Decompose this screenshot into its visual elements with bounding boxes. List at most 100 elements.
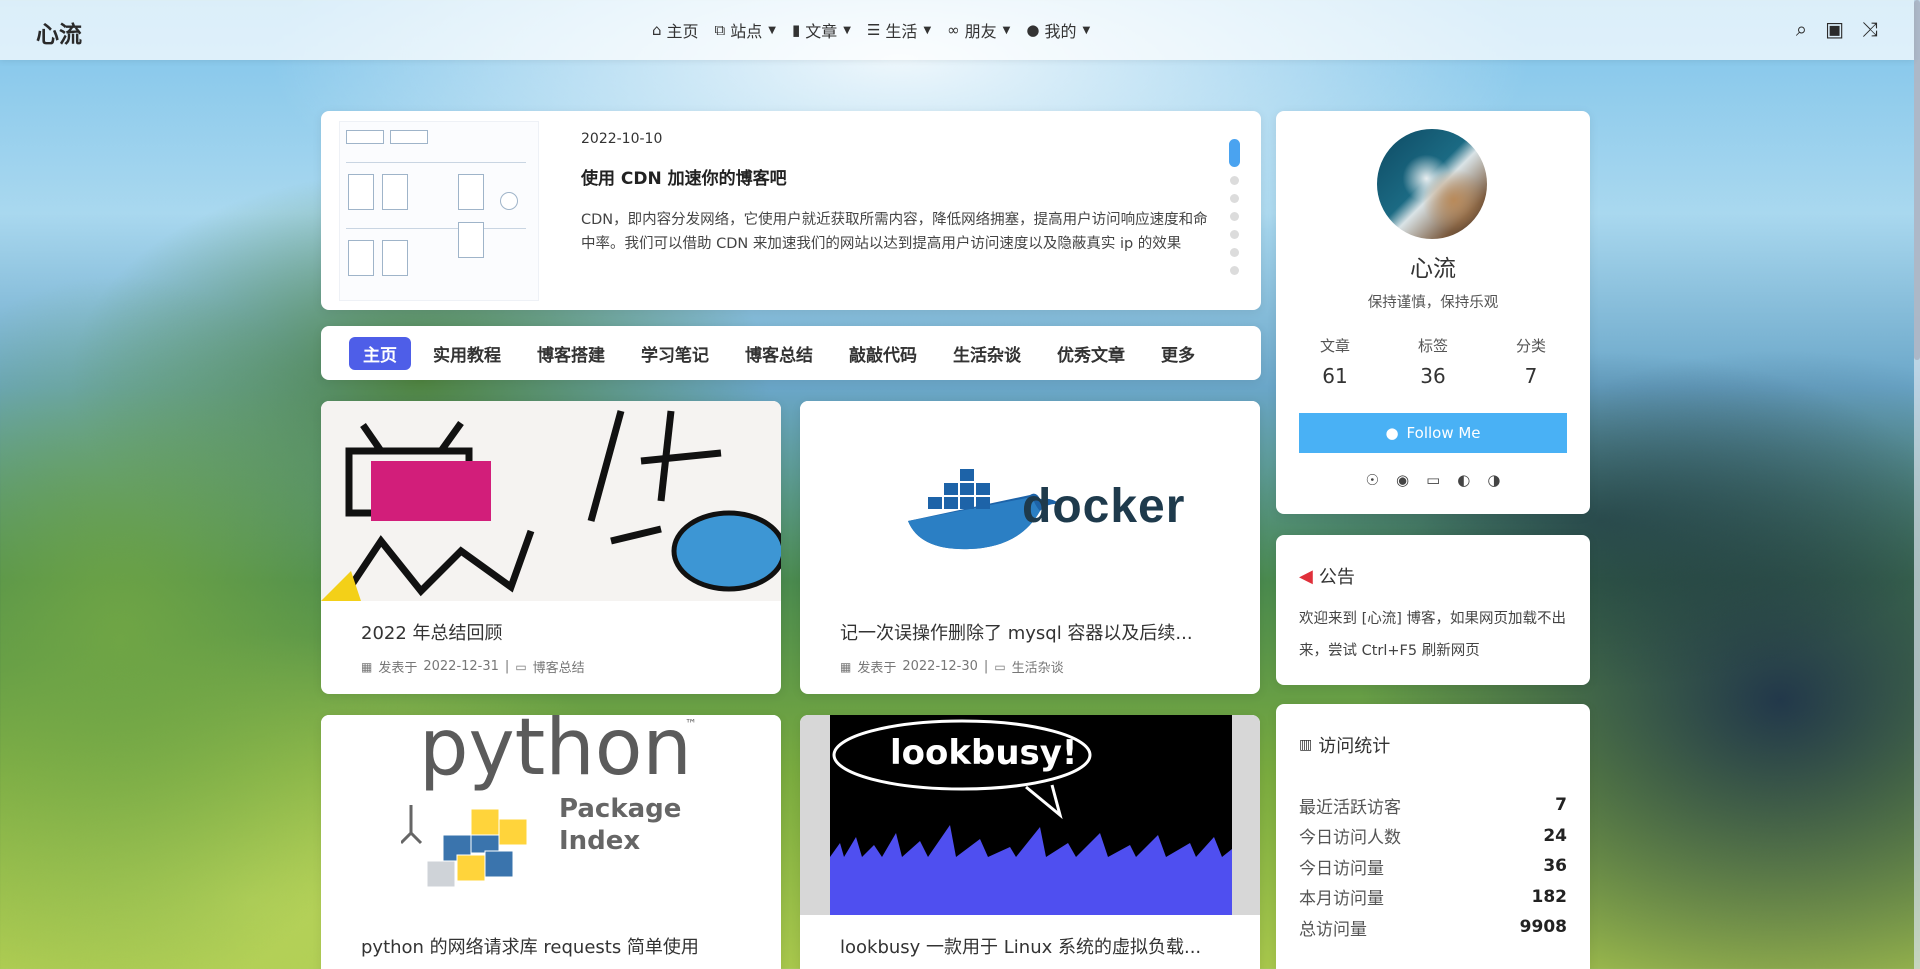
post-meta-prefix: 发表于 <box>857 661 897 676</box>
visit-row: 本月访问量 182 <box>1299 882 1567 913</box>
visit-label: 最近活跃访客 <box>1299 797 1401 818</box>
github-icon[interactable]: ◉ <box>1396 471 1409 489</box>
chevron-down-icon: ▼ <box>768 24 776 36</box>
featured-post-carousel[interactable]: 2022-10-10 使用 CDN 加速你的博客吧 CDN，即内容分发网络，它使… <box>321 111 1261 310</box>
stat-tags[interactable]: 标签 36 <box>1388 335 1478 388</box>
stat-label: 文章 <box>1319 337 1350 355</box>
calendar-icon: ▦ <box>361 659 373 674</box>
tab-study-notes[interactable]: 学习笔记 <box>627 337 723 370</box>
author-name: 心流 <box>1410 256 1456 282</box>
follow-me-button[interactable]: ● Follow Me <box>1299 413 1567 453</box>
user-icon: ● <box>1026 21 1040 39</box>
post-date: 2022-12-31 <box>423 659 499 674</box>
visit-value: 182 <box>1531 886 1568 907</box>
visit-value: 24 <box>1543 825 1567 846</box>
nav-label: 生活 <box>885 22 918 41</box>
post-card[interactable]: docker 记一次误操作删除了 mysql 容器以及后续... ▦ 发表于 2… <box>800 401 1260 694</box>
top-navigation-bar: 心流 ⌂ 主页 ⧉ 站点 ▼ ▮ 文章 ▼ ☰ 生活 ▼ ∞ 朋友 ▼ ● 我的 <box>0 0 1914 60</box>
main-nav: ⌂ 主页 ⧉ 站点 ▼ ▮ 文章 ▼ ☰ 生活 ▼ ∞ 朋友 ▼ ● 我的 ▼ <box>652 18 1090 42</box>
nav-friends[interactable]: ∞ 朋友 ▼ <box>947 18 1010 42</box>
tab-blog-summary[interactable]: 博客总结 <box>731 337 827 370</box>
visit-stats-title: 访问统计 <box>1318 736 1391 757</box>
stat-articles[interactable]: 文章 61 <box>1290 335 1380 388</box>
post-image-tm: ™ <box>685 717 697 731</box>
nav-me[interactable]: ● 我的 ▼ <box>1026 18 1090 42</box>
site-logo[interactable]: 心流 <box>36 15 82 49</box>
stat-label: 分类 <box>1515 337 1546 355</box>
tab-blog-setup[interactable]: 博客搭建 <box>523 337 619 370</box>
featured-date: 2022-10-10 <box>581 131 663 147</box>
featured-thumbnail[interactable] <box>339 121 539 301</box>
chart-icon: ▥ <box>1299 737 1313 753</box>
announcement-header: ◀ 公告 <box>1299 563 1355 589</box>
carousel-dot[interactable] <box>1230 248 1239 257</box>
post-cover-image[interactable]: lookbusy! <box>800 715 1260 915</box>
chevron-down-icon: ▼ <box>1002 24 1011 36</box>
tab-more[interactable]: 更多 <box>1147 337 1209 370</box>
chevron-down-icon: ▼ <box>843 24 851 36</box>
post-card[interactable]: 2022 年总结回顾 ▦ 发表于 2022-12-31 | ▭ 博客总结 <box>321 401 781 694</box>
post-title[interactable]: lookbusy 一款用于 Linux 系统的虚拟负载... <box>840 933 1230 959</box>
visit-stats-header: ▥ 访问统计 <box>1299 732 1390 758</box>
visit-stats-card: ▥ 访问统计 最近活跃访客 7 今日访问人数 24 今日访问量 36 本月访问量… <box>1276 704 1590 969</box>
scrollbar-thumb[interactable] <box>1914 0 1920 360</box>
featured-title[interactable]: 使用 CDN 加速你的博客吧 <box>581 164 787 189</box>
stat-value: 61 <box>1322 364 1348 388</box>
post-category[interactable]: 生活杂谈 <box>1012 657 1064 676</box>
nav-sites[interactable]: ⧉ 站点 ▼ <box>715 18 776 42</box>
stat-value: 36 <box>1420 364 1446 388</box>
header-tools: ⌕ ▣ ⤨ <box>1796 17 1878 41</box>
visit-row: 今日访问量 36 <box>1299 851 1567 882</box>
author-stats: 文章 61 标签 36 分类 7 <box>1290 335 1576 388</box>
nav-life[interactable]: ☰ 生活 ▼ <box>867 18 931 42</box>
carousel-dot[interactable] <box>1230 194 1239 203</box>
post-meta: ▦ 发表于 2022-12-31 | ▭ 博客总结 <box>361 657 585 676</box>
post-title[interactable]: python 的网络请求库 requests 简单使用 <box>361 933 751 959</box>
post-cover-image[interactable]: python ™ Package Index <box>321 715 781 915</box>
rss-icon[interactable]: ☉ <box>1366 471 1379 489</box>
inbox-icon: ▭ <box>515 659 527 674</box>
visit-label: 总访问量 <box>1299 919 1367 940</box>
post-card[interactable]: lookbusy! lookbusy 一款用于 Linux 系统的虚拟负载... <box>800 715 1260 969</box>
post-image-text: docker <box>1022 480 1186 533</box>
visit-row: 最近活跃访客 7 <box>1299 790 1567 821</box>
carousel-dot[interactable] <box>1230 230 1239 239</box>
avatar[interactable] <box>1377 129 1487 239</box>
search-icon[interactable]: ⌕ <box>1796 17 1807 41</box>
carousel-dot[interactable] <box>1230 176 1239 185</box>
carousel-dot-active[interactable] <box>1229 139 1240 167</box>
tab-home[interactable]: 主页 <box>349 336 411 370</box>
nav-articles[interactable]: ▮ 文章 ▼ <box>792 18 851 42</box>
tab-coding[interactable]: 敲敲代码 <box>835 337 931 370</box>
post-cover-image[interactable] <box>321 401 781 601</box>
stat-categories[interactable]: 分类 7 <box>1486 335 1576 388</box>
post-category[interactable]: 博客总结 <box>533 657 585 676</box>
post-cover-image[interactable]: docker <box>800 401 1260 601</box>
carousel-dot[interactable] <box>1230 212 1239 221</box>
carousel-dot[interactable] <box>1230 266 1239 275</box>
visit-stats-list: 最近活跃访客 7 今日访问人数 24 今日访问量 36 本月访问量 182 总访… <box>1299 790 1567 943</box>
post-title[interactable]: 2022 年总结回顾 <box>361 619 751 645</box>
post-card[interactable]: python ™ Package Index python 的网络请求库 req… <box>321 715 781 969</box>
megaphone-icon: ◀ <box>1299 565 1313 587</box>
nav-home[interactable]: ⌂ 主页 <box>652 18 699 42</box>
csdn-icon[interactable]: ◑ <box>1487 471 1500 489</box>
tab-life[interactable]: 生活杂谈 <box>939 337 1035 370</box>
train-icon[interactable]: ▣ <box>1825 17 1844 41</box>
shuffle-icon[interactable]: ⤨ <box>1862 17 1878 41</box>
list-icon: ☰ <box>866 21 881 39</box>
nav-label: 我的 <box>1044 22 1077 41</box>
announcement-title: 公告 <box>1318 567 1355 588</box>
tab-featured-articles[interactable]: 优秀文章 <box>1043 337 1139 370</box>
visit-row: 总访问量 9908 <box>1299 912 1567 943</box>
post-title[interactable]: 记一次误操作删除了 mysql 容器以及后续... <box>840 619 1230 645</box>
github-icon: ● <box>1385 424 1399 442</box>
visit-value: 36 <box>1543 856 1567 877</box>
featured-description: CDN，即内容分发网络，它使用户就近获取所需内容，降低网络拥塞，提高用户访问响应… <box>581 212 1208 252</box>
follow-label: Follow Me <box>1406 424 1481 442</box>
gitee-icon[interactable]: ◐ <box>1457 471 1470 489</box>
author-description: 保持谨慎，保持乐观 <box>1367 295 1499 311</box>
tab-tutorials[interactable]: 实用教程 <box>419 337 515 370</box>
post-date: 2022-12-30 <box>902 659 978 674</box>
bilibili-icon[interactable]: ▭ <box>1426 471 1440 489</box>
